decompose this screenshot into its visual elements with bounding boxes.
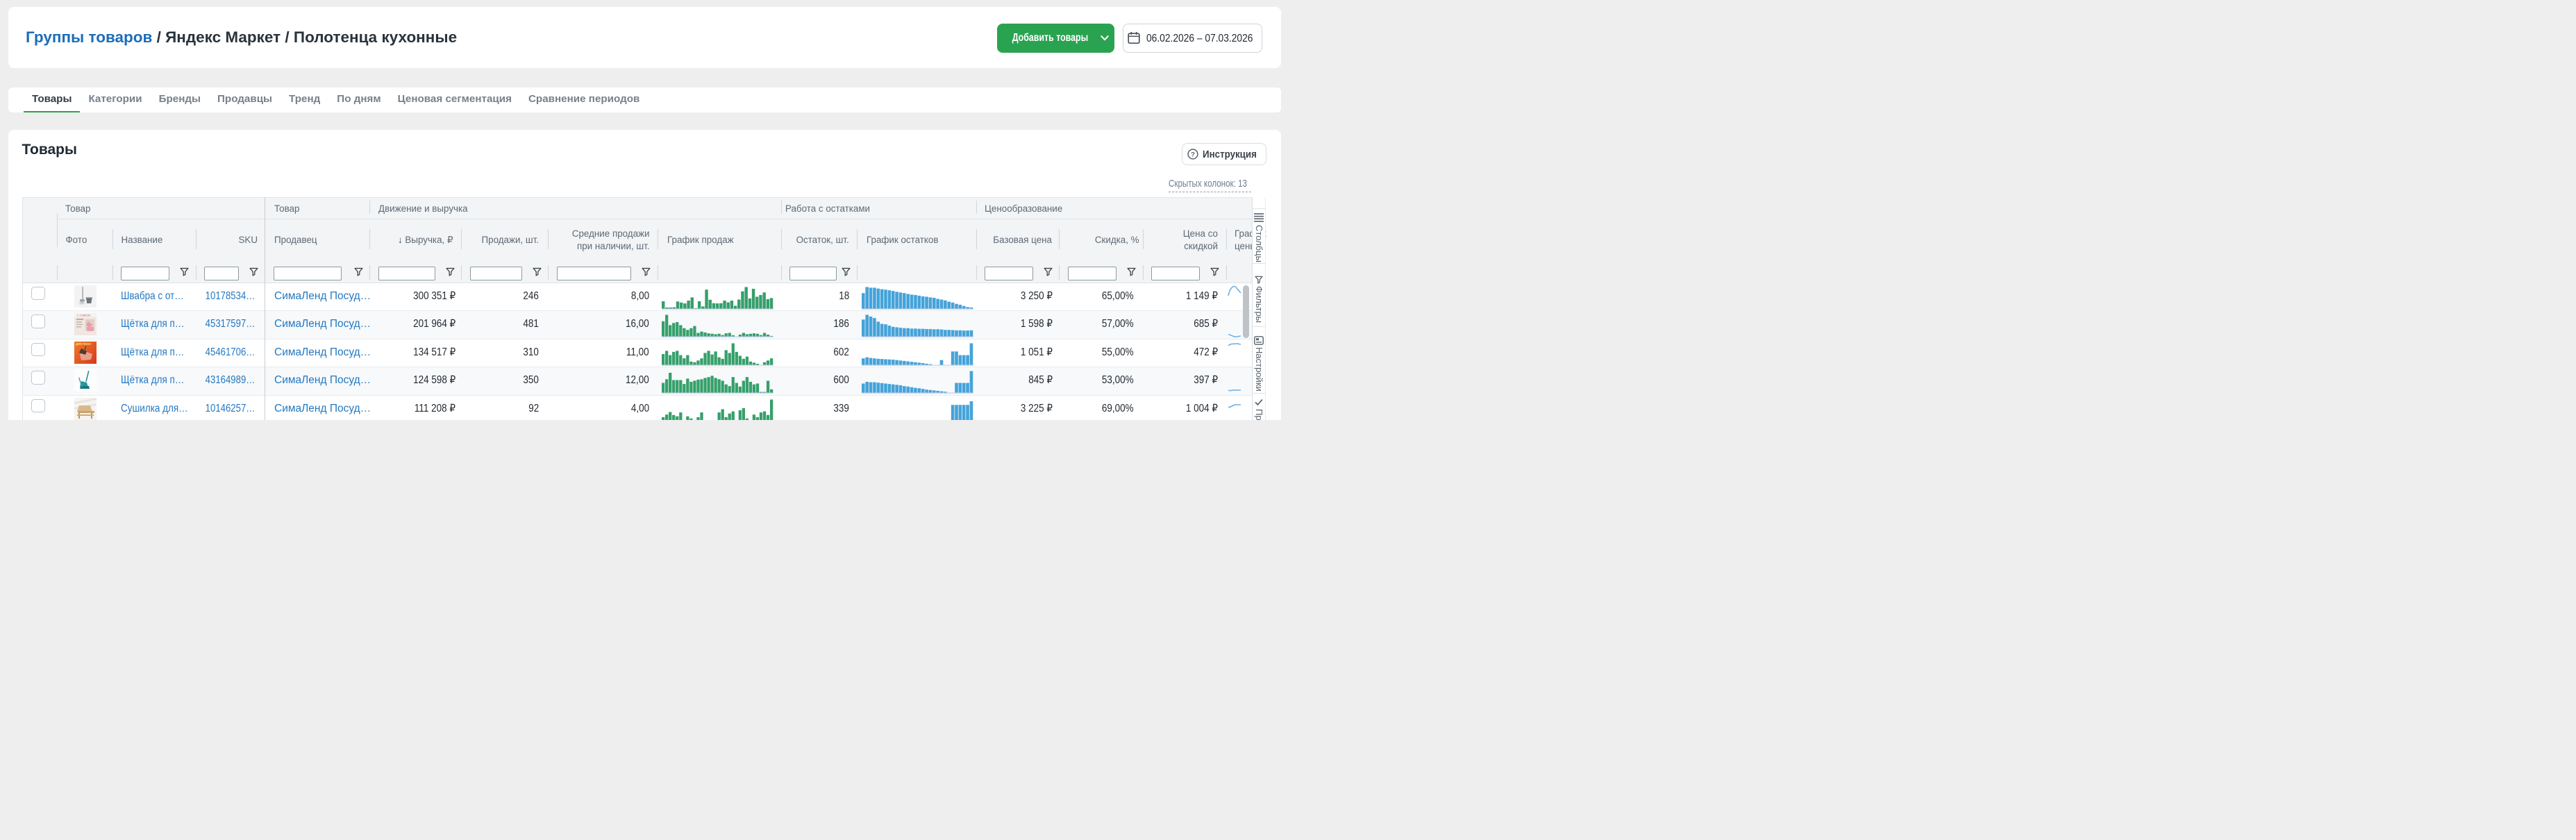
svg-text:ДЛЯ ПОЛА: ДЛЯ ПОЛА xyxy=(76,342,91,346)
svg-text:С СОВКОМ: С СОВКОМ xyxy=(77,314,90,317)
svg-text:?: ? xyxy=(1191,151,1195,158)
